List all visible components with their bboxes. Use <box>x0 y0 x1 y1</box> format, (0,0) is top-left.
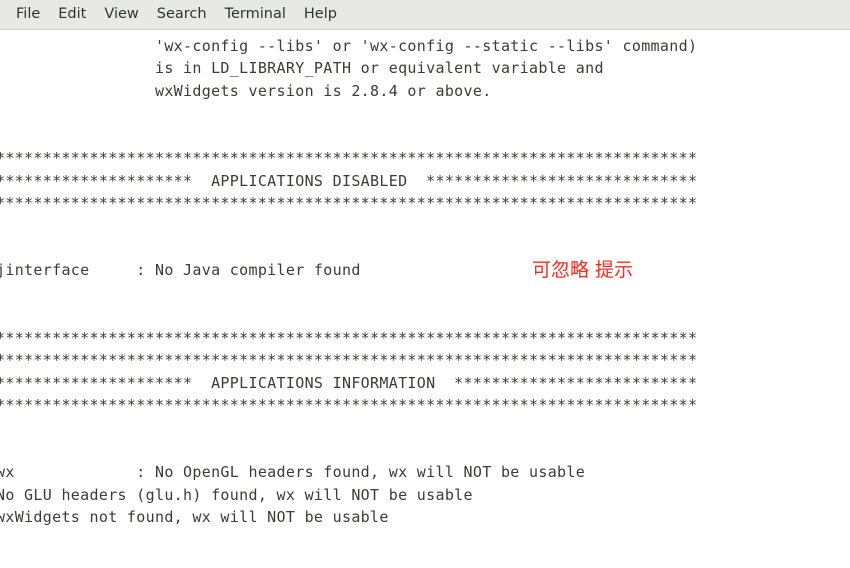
terminal-line: ****************************************… <box>0 328 698 347</box>
terminal-line: ********************* APPLICATIONS INFOR… <box>0 373 698 392</box>
menu-item-search[interactable]: Search <box>148 5 216 25</box>
menu-item-view[interactable]: View <box>95 5 147 25</box>
terminal-line: ********************* APPLICATIONS DISAB… <box>0 171 698 190</box>
terminal-line: 'wx-config --libs' or 'wx-config --stati… <box>0 37 698 55</box>
terminal-line: wxWidgets not found, wx will NOT be usab… <box>0 508 389 527</box>
menu-item-terminal[interactable]: Terminal <box>216 5 295 25</box>
terminal-window: File Edit View Search Terminal Help 'wx-… <box>0 0 850 568</box>
red-annotation-hint: 可忽略 提示 <box>532 259 634 281</box>
terminal-line: No GLU headers (glu.h) found, wx will NO… <box>0 485 473 504</box>
menu-item-edit[interactable]: Edit <box>49 5 95 25</box>
terminal-line: ****************************************… <box>0 194 698 213</box>
menu-item-help[interactable]: Help <box>295 5 346 25</box>
menu-item-file[interactable]: File <box>7 5 49 25</box>
menu-bar: File Edit View Search Terminal Help <box>0 0 850 30</box>
terminal-line: wxWidgets version is 2.8.4 or above. <box>0 81 492 100</box>
terminal-line: ****************************************… <box>0 396 698 414</box>
terminal-text-buffer: 'wx-config --libs' or 'wx-config --stati… <box>0 30 697 568</box>
terminal-output-area[interactable]: 'wx-config --libs' or 'wx-config --stati… <box>0 30 850 568</box>
terminal-line: ****************************************… <box>0 351 698 370</box>
terminal-line: is in LD_LIBRARY_PATH or equivalent vari… <box>0 59 604 78</box>
terminal-line: ****************************************… <box>0 149 698 168</box>
terminal-line: wx : No OpenGL headers found, wx will NO… <box>0 463 586 482</box>
